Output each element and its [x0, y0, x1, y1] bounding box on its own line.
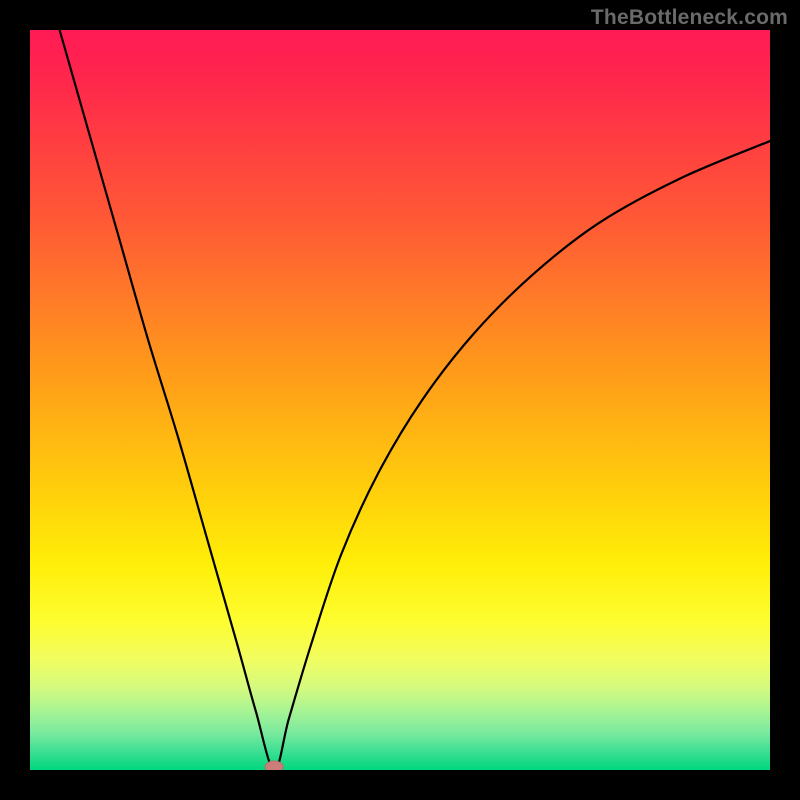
watermark-text: TheBottleneck.com: [591, 6, 788, 30]
curve-layer: [30, 30, 770, 770]
min-marker: [265, 761, 283, 770]
chart-container: TheBottleneck.com: [0, 0, 800, 800]
plot-area: [30, 30, 770, 770]
bottleneck-curve: [60, 30, 770, 770]
